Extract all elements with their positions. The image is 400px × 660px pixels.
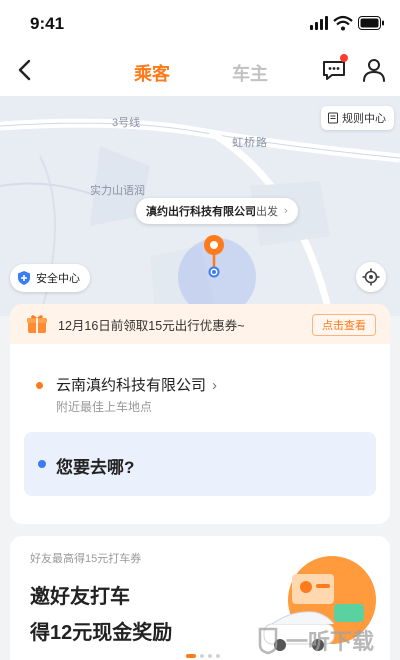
pager-dot bbox=[208, 654, 212, 658]
map-label-line3: 3号线 bbox=[112, 117, 141, 129]
route-card: 云南滇约科技有限公司 › 附近最佳上车地点 您要去哪? bbox=[10, 344, 390, 524]
watermark-text: 一听下载 bbox=[286, 629, 375, 654]
tab-driver[interactable]: 车主 bbox=[232, 60, 268, 86]
watermark: 一听下载 bbox=[256, 620, 400, 660]
safety-center-button[interactable]: 安全中心 bbox=[10, 264, 90, 292]
pager-dot bbox=[200, 654, 204, 658]
status-icons bbox=[310, 15, 384, 31]
pager-dot bbox=[216, 654, 220, 658]
map-label-hill: 实力山语润 bbox=[90, 185, 145, 197]
map-view[interactable]: 3号线 虹桥路 实力山语润 规则中心 滇约出行科技有限公司 出发 › 安全中心 bbox=[0, 96, 400, 316]
unread-badge bbox=[340, 54, 348, 62]
promo-subtitle: 好友最高得15元打车券 bbox=[30, 553, 142, 565]
rules-center-button[interactable]: 规则中心 bbox=[321, 106, 394, 130]
gift-icon bbox=[27, 315, 47, 333]
rules-center-label: 规则中心 bbox=[342, 113, 386, 125]
coupon-banner: 12月16日前领取15元出行优惠券~ 点击查看 bbox=[10, 304, 390, 344]
map-label-road: 虹桥路 bbox=[232, 137, 268, 149]
pager-dot bbox=[186, 654, 196, 658]
pickup-bubble-place: 滇约出行科技有限公司 bbox=[146, 206, 256, 218]
battery-icon bbox=[358, 16, 384, 30]
pickup-dot-icon bbox=[36, 382, 43, 389]
watermark-logo-icon bbox=[258, 627, 278, 655]
pickup-bubble[interactable]: 滇约出行科技有限公司 出发 › bbox=[136, 198, 298, 224]
locate-me-button[interactable] bbox=[356, 262, 386, 292]
destination-placeholder: 您要去哪? bbox=[56, 458, 135, 477]
carousel-pager bbox=[186, 654, 220, 658]
destination-input[interactable]: 您要去哪? bbox=[24, 432, 376, 496]
status-bar: 9:41 bbox=[0, 0, 400, 44]
chevron-right-icon: › bbox=[284, 205, 288, 217]
pickup-pin-icon[interactable] bbox=[202, 234, 226, 282]
document-icon bbox=[328, 112, 338, 124]
pickup-location-hint: 附近最佳上车地点 bbox=[56, 400, 153, 414]
shield-icon bbox=[18, 271, 30, 285]
user-icon[interactable] bbox=[360, 56, 388, 84]
crosshair-icon bbox=[362, 268, 380, 286]
coupon-text: 12月16日前领取15元出行优惠券~ bbox=[58, 318, 245, 333]
nav-bar: 乘客 车主 bbox=[0, 44, 400, 96]
safety-center-label: 安全中心 bbox=[36, 273, 80, 285]
pickup-bubble-suffix: 出发 bbox=[256, 206, 278, 218]
chevron-right-icon: › bbox=[212, 377, 218, 394]
cellular-signal-icon bbox=[310, 16, 328, 30]
promo-title-line1: 邀好友打车 bbox=[30, 586, 130, 608]
destination-dot-icon bbox=[38, 460, 46, 468]
tab-passenger[interactable]: 乘客 bbox=[134, 60, 170, 86]
promo-title-line2: 得12元现金奖励 bbox=[30, 622, 173, 644]
status-time: 9:41 bbox=[30, 14, 65, 33]
pickup-location-name: 云南滇约科技有限公司 › bbox=[56, 377, 218, 394]
coupon-view-button[interactable]: 点击查看 bbox=[312, 314, 376, 336]
wifi-icon bbox=[333, 15, 353, 31]
back-icon[interactable] bbox=[10, 54, 42, 86]
